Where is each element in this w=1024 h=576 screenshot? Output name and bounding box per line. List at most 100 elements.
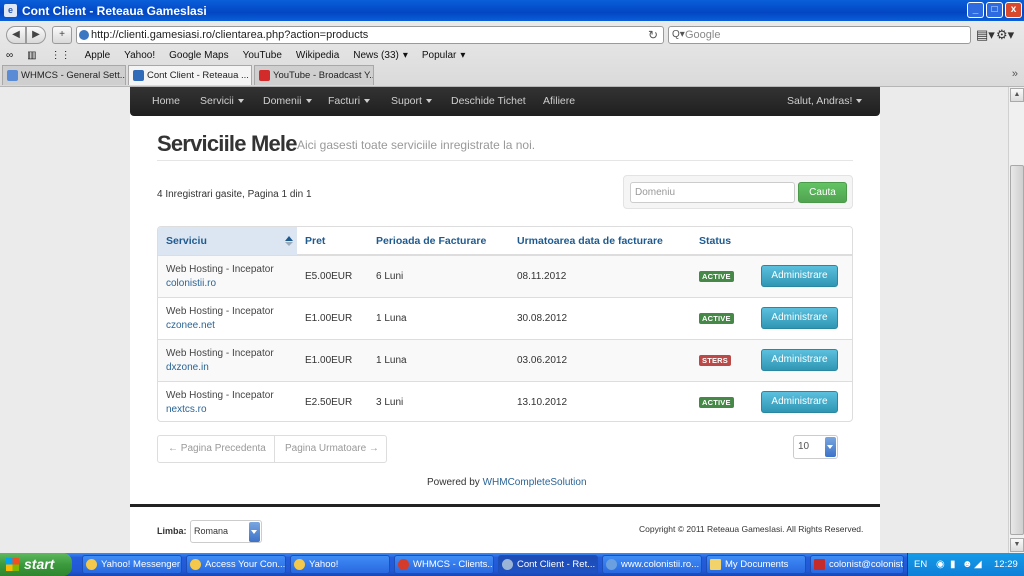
chevron-down-icon	[249, 522, 260, 542]
filezilla-icon	[814, 559, 825, 570]
price-value: E1.00EUR	[305, 355, 353, 366]
caret-down-icon	[237, 99, 244, 104]
service-name: Web Hosting - Incepator	[166, 264, 274, 275]
windows-logo-icon	[6, 558, 19, 571]
nav-suport[interactable]: Suport	[391, 87, 432, 116]
nav-home[interactable]: Home	[152, 87, 180, 116]
tray-shield-icon[interactable]: ◉	[936, 553, 945, 576]
maximize-button[interactable]: □	[986, 2, 1003, 18]
domain-link[interactable]: dxzone.in	[166, 362, 209, 373]
reload-icon[interactable]: ↻	[648, 27, 658, 43]
bookmark-google-maps[interactable]: Google Maps	[169, 50, 228, 61]
chevron-down-icon[interactable]: ▾	[460, 50, 465, 61]
per-page-value: 10	[798, 441, 810, 452]
column-header-perioada[interactable]: Perioada de Facturare	[376, 227, 486, 255]
bookmark-apple[interactable]: Apple	[85, 50, 111, 61]
start-label: start	[24, 556, 55, 572]
bookmark-wikipedia[interactable]: Wikipedia	[296, 50, 339, 61]
sort-up-icon	[285, 236, 293, 241]
tab-cont-client[interactable]: Cont Client - Reteaua ...	[128, 65, 252, 85]
tray-messenger-icon[interactable]: ☻	[962, 553, 973, 576]
nav-servicii[interactable]: Servicii	[200, 87, 244, 116]
billing-period: 1 Luna	[376, 313, 407, 324]
domain-link[interactable]: colonistii.ro	[166, 278, 216, 289]
caret-down-icon	[856, 99, 863, 104]
prev-page-button[interactable]: ← Pagina Precedenta	[168, 436, 266, 462]
book-icon[interactable]: ▥	[27, 50, 36, 61]
address-bar[interactable]: http://clienti.gamesiasi.ro/clientarea.p…	[76, 26, 664, 44]
pagination-divider	[274, 436, 275, 462]
scrollbar-thumb[interactable]	[1010, 165, 1024, 535]
administrare-button[interactable]: Administrare	[761, 265, 838, 287]
task-access-your-con[interactable]: Access Your Con...	[186, 555, 286, 574]
site-favicon-icon	[79, 30, 89, 40]
top-sites-icon[interactable]: ⋮⋮	[51, 50, 71, 61]
page-subtitle: Aici gasesti toate serviciile inregistra…	[297, 138, 536, 152]
language-select[interactable]: Romana	[190, 520, 262, 543]
start-button[interactable]: start	[0, 553, 72, 576]
domain-search-input[interactable]: Domeniu	[630, 182, 795, 203]
bookmark-popular[interactable]: Popular	[422, 50, 456, 61]
tab-youtube[interactable]: YouTube - Broadcast Y...	[254, 65, 374, 85]
domain-link[interactable]: czonee.net	[166, 320, 215, 331]
settings-gear-icon[interactable]: ⚙▾	[996, 27, 1014, 43]
caret-down-icon	[364, 99, 371, 104]
domain-link[interactable]: nextcs.ro	[166, 404, 207, 415]
task-filezilla[interactable]: colonist@colonist...	[810, 555, 904, 574]
tab-overflow-icon[interactable]: »	[1012, 68, 1018, 80]
administrare-button[interactable]: Administrare	[761, 307, 838, 329]
nav-deschide-tichet[interactable]: Deschide Tichet	[451, 87, 526, 116]
table-row: Web Hosting - Incepator nextcs.ro E2.50E…	[158, 381, 852, 421]
tray-volume-icon[interactable]: ◢	[974, 553, 982, 576]
nav-user-menu[interactable]: Salut, Andras!	[787, 87, 863, 116]
window-title-bar: e Cont Client - Reteaua Gameslasi _ □ x	[0, 0, 1024, 21]
main-navbar: Home Servicii Domenii Facturi Suport Des…	[130, 87, 880, 116]
scroll-down-icon[interactable]: ▼	[1010, 538, 1024, 552]
powered-by: Powered by WHMCompleteSolution	[427, 477, 587, 488]
minimize-button[interactable]: _	[967, 2, 984, 18]
nav-facturi[interactable]: Facturi	[328, 87, 371, 116]
column-header-pret[interactable]: Pret	[305, 227, 325, 255]
vertical-scrollbar[interactable]: ▲ ▼	[1008, 87, 1024, 553]
task-label: My Documents	[725, 559, 789, 570]
administrare-button[interactable]: Administrare	[761, 349, 838, 371]
tab-whmcs[interactable]: WHMCS - General Sett...	[2, 65, 126, 85]
nav-afiliere[interactable]: Afiliere	[543, 87, 575, 116]
nav-domenii[interactable]: Domenii	[263, 87, 312, 116]
page-menu-icon[interactable]: ▤▾	[976, 27, 995, 43]
next-page-button[interactable]: Pagina Urmatoare →	[285, 436, 379, 462]
nav-label: Facturi	[328, 95, 361, 107]
billing-period: 6 Luni	[376, 271, 404, 282]
back-button[interactable]: ◀	[6, 26, 26, 44]
tab-label: WHMCS - General Sett...	[21, 70, 126, 81]
task-yahoo-messenger[interactable]: Yahoo! Messenger	[82, 555, 182, 574]
forward-button[interactable]: ▶	[26, 26, 46, 44]
column-header-status[interactable]: Status	[699, 227, 731, 255]
system-clock[interactable]: 12:29	[994, 553, 1018, 576]
scroll-up-icon[interactable]: ▲	[1010, 88, 1024, 102]
whmcs-link[interactable]: WHMCompleteSolution	[483, 477, 587, 488]
task-yahoo[interactable]: Yahoo!	[290, 555, 390, 574]
add-bookmark-button[interactable]: +	[52, 26, 72, 44]
copyright-text: Copyright © 2011 Reteaua GamesIasi. All …	[639, 524, 864, 534]
column-header-urmatoarea-data[interactable]: Urmatoarea data de facturare	[517, 227, 663, 255]
task-colonistii[interactable]: www.colonistii.ro...	[602, 555, 702, 574]
task-my-documents[interactable]: My Documents	[706, 555, 806, 574]
bookmark-yahoo[interactable]: Yahoo!	[124, 50, 155, 61]
task-cont-client[interactable]: Cont Client - Ret...	[498, 555, 598, 574]
close-button[interactable]: x	[1005, 2, 1022, 18]
task-whmcs-clients[interactable]: WHMCS - Clients...	[394, 555, 494, 574]
input-language[interactable]: EN	[914, 553, 927, 576]
column-header-serviciu[interactable]: Serviciu	[158, 227, 297, 255]
reader-icon[interactable]: ∞	[6, 50, 13, 61]
administrare-button[interactable]: Administrare	[761, 391, 838, 413]
per-page-select[interactable]: 10	[793, 435, 838, 459]
chevron-down-icon[interactable]: ▾	[403, 50, 408, 61]
nav-label: Servicii	[200, 95, 234, 107]
bookmark-youtube[interactable]: YouTube	[243, 50, 282, 61]
task-label: Access Your Con...	[205, 559, 286, 570]
bookmark-news[interactable]: News (33)	[353, 50, 399, 61]
search-button[interactable]: Cauta	[798, 182, 847, 203]
search-field[interactable]: Q▾ Google	[668, 26, 971, 44]
tray-network-icon[interactable]: ▮	[950, 553, 956, 576]
